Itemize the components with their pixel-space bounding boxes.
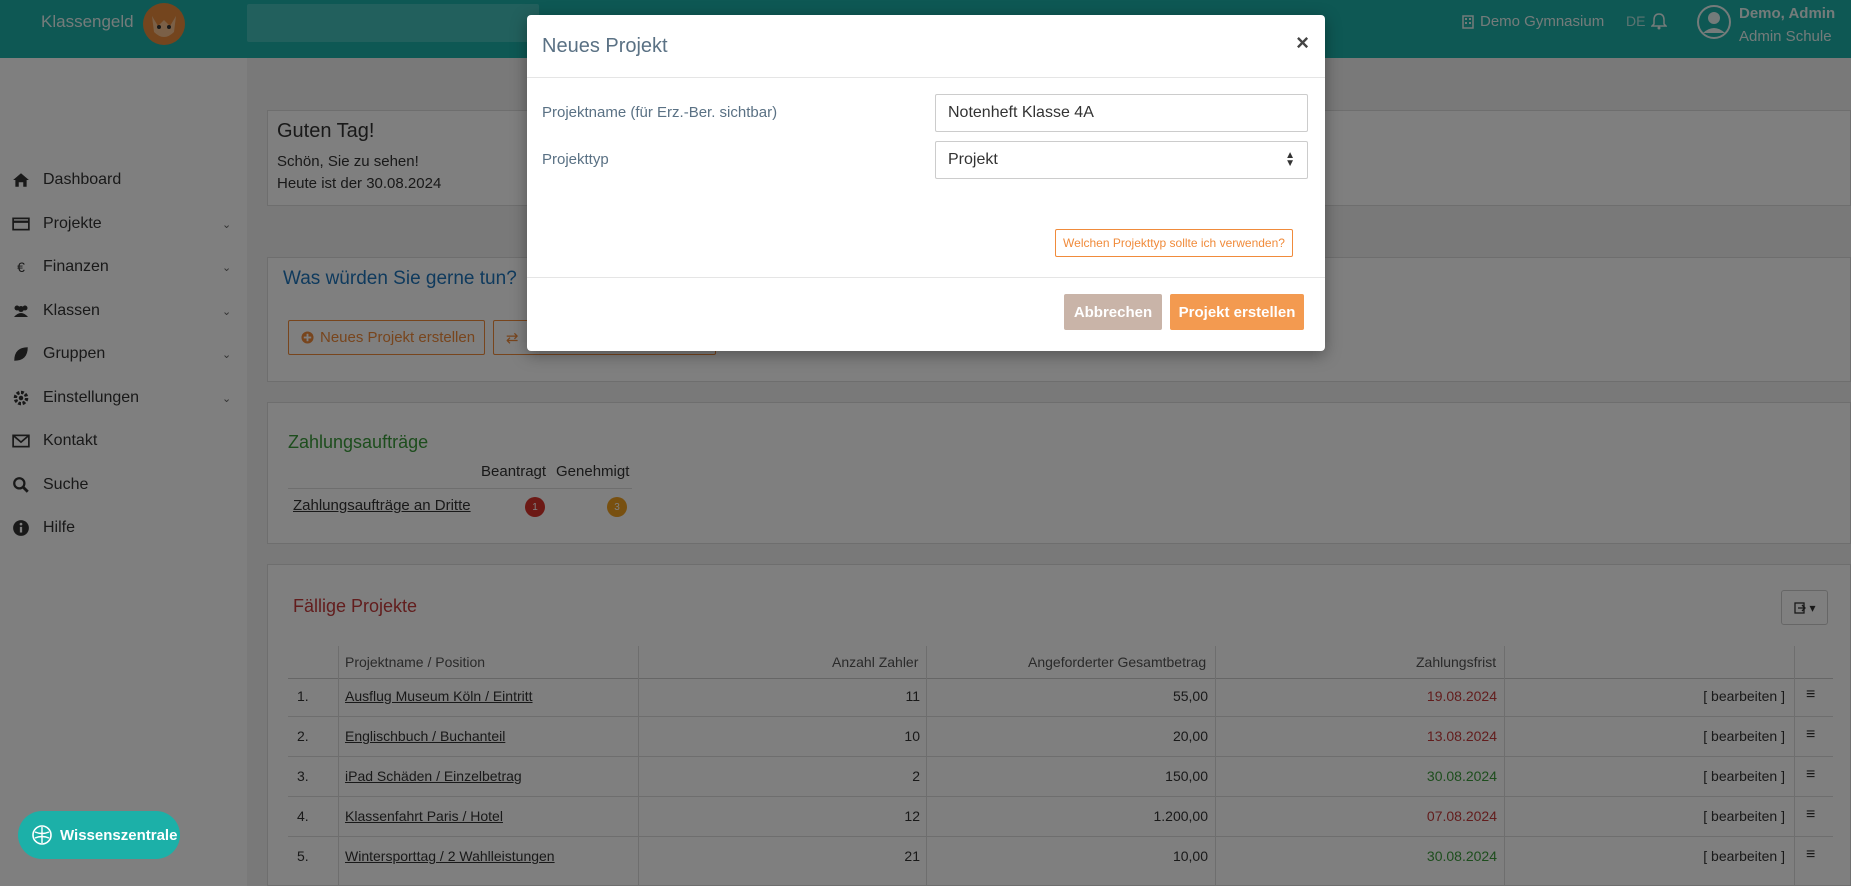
dialog-title: Neues Projekt — [542, 35, 668, 57]
project-name-input[interactable] — [935, 94, 1308, 132]
create-project-button[interactable]: Projekt erstellen — [1170, 294, 1304, 330]
dialog-header-divider — [527, 77, 1325, 78]
brain-icon — [32, 825, 52, 845]
project-type-help-button[interactable]: Welchen Projekttyp sollte ich verwenden? — [1055, 229, 1293, 257]
cancel-button[interactable]: Abbrechen — [1064, 294, 1162, 330]
wissenszentrale-button[interactable]: Wissenszentrale — [18, 811, 180, 859]
select-caret-icon: ▲ ▼ — [1285, 150, 1295, 169]
project-type-select[interactable]: Projekt ▲ ▼ — [935, 141, 1308, 179]
wissenszentrale-label: Wissenszentrale — [60, 826, 178, 844]
project-type-label: Projekttyp — [542, 151, 609, 168]
dialog-footer-divider — [527, 277, 1325, 278]
new-project-dialog: Neues Projekt × Projektname (für Erz.-Be… — [527, 15, 1325, 351]
project-type-value: Projekt — [948, 151, 998, 168]
close-icon[interactable]: × — [1296, 30, 1309, 56]
project-name-label: Projektname (für Erz.-Ber. sichtbar) — [542, 104, 778, 121]
